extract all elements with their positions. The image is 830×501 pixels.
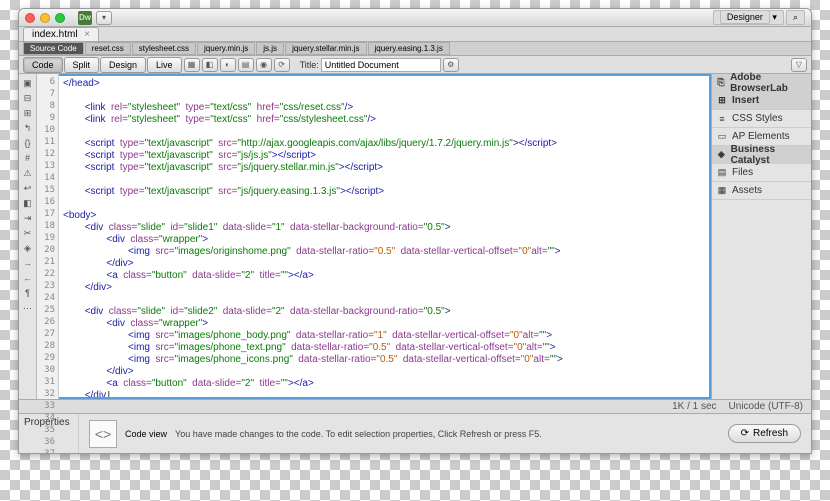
panel-item[interactable]: ▦Assets: [712, 182, 811, 200]
related-file-tab[interactable]: jquery.stellar.min.js: [285, 42, 366, 55]
refresh-button[interactable]: ⟳ Refresh: [728, 424, 801, 443]
panel-icon: ◈: [716, 149, 727, 161]
panel-item[interactable]: ⎘Adobe BrowserLab: [712, 74, 811, 92]
workspace-selector[interactable]: Designer ▾: [713, 10, 784, 25]
snippets-icon[interactable]: ✂: [20, 226, 36, 240]
document-tab-label: index.html: [32, 29, 78, 40]
code-view-icon: <>: [89, 420, 117, 448]
preview-icon[interactable]: ◐: [220, 58, 236, 72]
app-icon: Dw: [78, 11, 92, 25]
format-icon[interactable]: ¶: [20, 286, 36, 300]
inspect-icon[interactable]: ▦: [184, 58, 200, 72]
collapse-icon[interactable]: ⊟: [20, 91, 36, 105]
status-bar: 1K / 1 sec Unicode (UTF-8): [19, 399, 811, 413]
document-title-input[interactable]: [321, 58, 441, 72]
refresh-arrow-icon: ⟳: [741, 428, 749, 439]
related-file-tab[interactable]: js.js: [256, 42, 284, 55]
document-tab[interactable]: index.html ×: [23, 27, 99, 41]
layout-dropdown-icon[interactable]: ▾: [96, 11, 112, 25]
outdent-icon[interactable]: ←: [20, 271, 36, 285]
filter-icon[interactable]: ▽: [791, 58, 807, 72]
options-icon[interactable]: ⚙: [443, 58, 459, 72]
view-mode-button[interactable]: Split: [64, 57, 100, 73]
panel-icon: ⊞: [716, 95, 728, 107]
encoding-status: Unicode (UTF-8): [729, 401, 803, 412]
select-parent-icon[interactable]: ↰: [20, 121, 36, 135]
panel-icon: ▤: [716, 167, 728, 179]
comment-icon[interactable]: ⋯: [20, 301, 36, 315]
properties-panel: Properties <> Code view You have made ch…: [19, 413, 811, 453]
live-code-icon[interactable]: ◧: [202, 58, 218, 72]
related-file-tab[interactable]: jquery.min.js: [197, 42, 255, 55]
document-tab-row: index.html ×: [19, 27, 811, 42]
move-css-icon[interactable]: ◈: [20, 241, 36, 255]
panel-item[interactable]: ⊞Insert: [712, 92, 811, 110]
properties-message: You have made changes to the code. To ed…: [175, 429, 720, 439]
window-maximize-button[interactable]: [55, 13, 65, 23]
line-number-gutter: 6789101112131415161718192021222324252627…: [37, 74, 59, 399]
file-size-status: 1K / 1 sec: [672, 401, 716, 412]
indent-icon[interactable]: →: [20, 256, 36, 270]
properties-panel-title: Properties: [19, 414, 79, 453]
related-file-tab[interactable]: jquery.easing.1.3.js: [368, 42, 450, 55]
related-file-tab[interactable]: reset.css: [85, 42, 131, 55]
panel-item[interactable]: ≡CSS Styles: [712, 110, 811, 128]
related-file-tab[interactable]: stylesheet.css: [132, 42, 196, 55]
syntax-coloring-icon[interactable]: ◧: [20, 196, 36, 210]
related-file-tab[interactable]: Source Code: [23, 42, 84, 55]
title-label: Title:: [300, 60, 319, 70]
auto-indent-icon[interactable]: ⇥: [20, 211, 36, 225]
file-mgmt-icon[interactable]: ▤: [238, 58, 254, 72]
view-mode-button[interactable]: Design: [100, 57, 146, 73]
main-area: ▣ ⊟ ⊞ ↰ {} # ⚠ ↩ ◧ ⇥ ✂ ◈ → ← ¶ ⋯ 6789101…: [19, 74, 811, 399]
panel-item[interactable]: ▤Files: [712, 164, 811, 182]
word-wrap-icon[interactable]: ↩: [20, 181, 36, 195]
related-files-row: Source Codereset.cssstylesheet.cssjquery…: [19, 42, 811, 56]
code-toolbar: ▣ ⊟ ⊞ ↰ {} # ⚠ ↩ ◧ ⇥ ✂ ◈ → ← ¶ ⋯: [19, 74, 37, 399]
window-minimize-button[interactable]: [40, 13, 50, 23]
window-close-button[interactable]: [25, 13, 35, 23]
panel-icon: ▦: [716, 185, 728, 197]
highlight-invalid-icon[interactable]: ⚠: [20, 166, 36, 180]
open-documents-icon[interactable]: ▣: [20, 76, 36, 90]
panel-icon: ≡: [716, 113, 728, 125]
panels-sidebar: ⎘Adobe BrowserLab⊞Insert≡CSS Styles▭AP E…: [711, 74, 811, 399]
panel-icon: ⎘: [716, 77, 726, 89]
code-editor[interactable]: </head> <link rel="stylesheet" type="tex…: [59, 74, 711, 399]
expand-icon[interactable]: ⊞: [20, 106, 36, 120]
app-window: Dw ▾ Designer ▾ ⌕ index.html × Source Co…: [18, 8, 812, 454]
balance-braces-icon[interactable]: {}: [20, 136, 36, 150]
code-view-label: Code view: [125, 429, 167, 439]
view-toolbar: CodeSplitDesignLive ▦ ◧ ◐ ▤ ◉ ⟳ Title: ⚙…: [19, 56, 811, 74]
panel-icon: ▭: [716, 131, 728, 143]
line-numbers-icon[interactable]: #: [20, 151, 36, 165]
view-mode-button[interactable]: Code: [23, 57, 63, 73]
panel-item[interactable]: ◈Business Catalyst: [712, 146, 811, 164]
search-icon[interactable]: ⌕: [786, 10, 805, 25]
titlebar: Dw ▾ Designer ▾ ⌕: [19, 9, 811, 27]
browser-preview-icon[interactable]: ◉: [256, 58, 272, 72]
view-mode-button[interactable]: Live: [147, 57, 182, 73]
refresh-icon[interactable]: ⟳: [274, 58, 290, 72]
close-tab-icon[interactable]: ×: [84, 29, 90, 40]
